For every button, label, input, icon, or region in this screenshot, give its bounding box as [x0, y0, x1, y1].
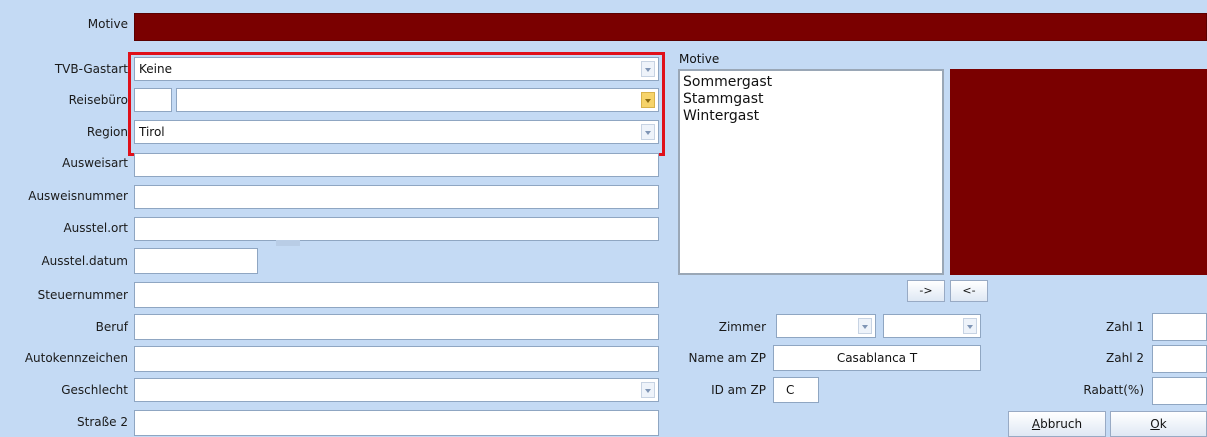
zimmer-select-2[interactable]: [883, 314, 981, 338]
zimmer-label: Zimmer: [718, 320, 766, 334]
zahl2-field[interactable]: [1152, 345, 1207, 373]
highlight-box: [128, 52, 665, 156]
name-am-zp-field[interactable]: Casablanca T: [773, 345, 981, 371]
list-item[interactable]: Stammgast: [683, 91, 772, 108]
rabatt-field[interactable]: [1152, 377, 1207, 405]
motive-color-bar[interactable]: [134, 13, 1207, 41]
abbruch-label: bbruch: [1040, 417, 1083, 431]
abbruch-mnemonic: A: [1031, 417, 1041, 431]
abbruch-button[interactable]: Abbruch: [1008, 411, 1106, 437]
list-item[interactable]: Sommergast: [683, 74, 772, 91]
ausstel-datum-field[interactable]: [134, 248, 258, 274]
motive-panel-label: Motive: [679, 52, 720, 66]
id-am-zp-field[interactable]: C: [773, 377, 819, 403]
steuernummer-field[interactable]: [134, 282, 659, 308]
rabatt-label: Rabatt(%): [1083, 383, 1144, 397]
name-am-zp-label: Name am ZP: [688, 351, 766, 365]
geschlecht-label: Geschlecht: [61, 383, 128, 397]
ausweisart-label: Ausweisart: [62, 156, 128, 170]
id-am-zp-value: C: [786, 383, 795, 397]
id-am-zp-label: ID am ZP: [711, 383, 766, 397]
geschlecht-select[interactable]: [134, 378, 659, 402]
autokennzeichen-label: Autokennzeichen: [24, 351, 128, 365]
strasse2-field[interactable]: [134, 410, 659, 436]
zahl1-field[interactable]: [1152, 313, 1207, 341]
autokennzeichen-field[interactable]: [134, 346, 659, 372]
ausweisnummer-label: Ausweisnummer: [28, 189, 128, 203]
region-label: Region: [86, 125, 128, 139]
zahl1-label: Zahl 1: [1106, 320, 1144, 334]
ok-button[interactable]: Ok: [1110, 411, 1207, 437]
steuernummer-label: Steuernummer: [37, 288, 128, 302]
ausstel-ort-field[interactable]: [134, 217, 659, 241]
chevron-down-icon[interactable]: [641, 382, 655, 398]
ok-mnemonic: O: [1150, 417, 1160, 431]
chevron-down-icon[interactable]: [963, 318, 977, 334]
zimmer-select-1[interactable]: [776, 314, 876, 338]
add-motive-button[interactable]: ->: [907, 280, 945, 302]
remove-motive-button[interactable]: <-: [950, 280, 988, 302]
beruf-label: Beruf: [95, 320, 128, 334]
ausweisnummer-field[interactable]: [134, 185, 659, 209]
motive-color-preview[interactable]: [950, 69, 1207, 275]
motive-listbox[interactable]: Sommergast Stammgast Wintergast: [678, 69, 944, 275]
ausstel-datum-label: Ausstel.datum: [41, 254, 128, 268]
ausweisart-field[interactable]: [134, 153, 659, 177]
tvb-gastart-label: TVB-Gastart: [54, 62, 128, 76]
motive-top-label: Motive: [87, 17, 128, 31]
strasse2-label: Straße 2: [77, 415, 128, 429]
list-item[interactable]: Wintergast: [683, 108, 772, 125]
beruf-field[interactable]: [134, 314, 659, 340]
name-am-zp-value: Casablanca T: [836, 351, 918, 365]
ok-label: k: [1159, 417, 1167, 431]
zahl2-label: Zahl 2: [1106, 351, 1144, 365]
splitter-handle[interactable]: [276, 240, 300, 246]
chevron-down-icon[interactable]: [858, 318, 872, 334]
ausstel-ort-label: Ausstel.ort: [63, 221, 128, 235]
reisebuero-label: Reisebüro: [68, 93, 128, 107]
